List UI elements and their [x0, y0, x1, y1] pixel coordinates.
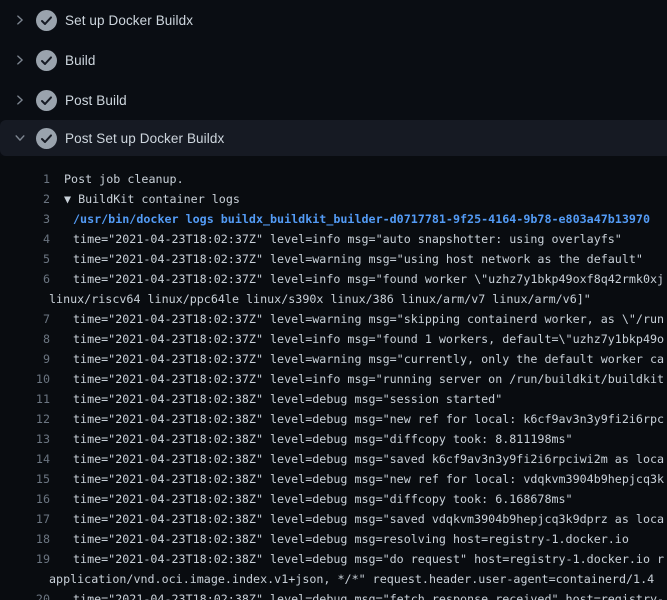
step-label: Post Set up Docker Buildx — [65, 131, 224, 146]
log-line: 5 time="2021-04-23T18:02:37Z" level=warni… — [0, 249, 667, 269]
log-line: 13 time="2021-04-23T18:02:38Z" level=debu… — [0, 429, 667, 449]
log-line-number[interactable]: 15 — [0, 469, 50, 489]
log-line-text: time="2021-04-23T18:02:38Z" level=debug … — [73, 489, 573, 509]
chevron-right-icon — [13, 13, 27, 27]
log-line: 10 time="2021-04-23T18:02:37Z" level=info… — [0, 369, 667, 389]
log-line-text: time="2021-04-23T18:02:38Z" level=debug … — [73, 449, 664, 469]
step-section-post-build[interactable]: Post Build — [0, 80, 667, 120]
log-line: 12 time="2021-04-23T18:02:38Z" level=debu… — [0, 409, 667, 429]
log-line-number[interactable]: 10 — [0, 369, 50, 389]
log-line-text: time="2021-04-23T18:02:38Z" level=debug … — [73, 549, 664, 569]
log-line-text: Post job cleanup. — [64, 169, 184, 189]
chevron-right-icon — [13, 53, 27, 67]
log-line-number[interactable]: 3 — [0, 209, 50, 229]
log-line: 18 time="2021-04-23T18:02:38Z" level=debu… — [0, 529, 667, 549]
log-line-text: time="2021-04-23T18:02:37Z" level=info m… — [73, 329, 664, 349]
log-line: 17 time="2021-04-23T18:02:38Z" level=debu… — [0, 509, 667, 529]
log-line: 7 time="2021-04-23T18:02:37Z" level=warni… — [0, 309, 667, 329]
log-line: linux/riscv64 linux/ppc64le linux/s390x … — [0, 289, 667, 309]
log-line-number[interactable]: 6 — [0, 269, 50, 289]
log-line-text: time="2021-04-23T18:02:38Z" level=debug … — [73, 509, 664, 529]
log-line-text: time="2021-04-23T18:02:37Z" level=warnin… — [73, 309, 664, 329]
chevron-right-icon — [13, 93, 27, 107]
log-line-text: time="2021-04-23T18:02:37Z" level=info m… — [73, 269, 664, 289]
chevron-down-icon — [13, 131, 27, 145]
log-line-number[interactable]: 8 — [0, 329, 50, 349]
step-label: Post Build — [65, 93, 127, 108]
check-circle-icon — [36, 50, 57, 71]
log-line-number[interactable]: 20 — [0, 589, 50, 600]
log-line-text: time="2021-04-23T18:02:37Z" level=warnin… — [73, 249, 643, 269]
log-line: 15 time="2021-04-23T18:02:38Z" level=debu… — [0, 469, 667, 489]
log-scroll-area[interactable]: 1 Post job cleanup. 2 ▼ BuildKit container … — [0, 156, 667, 600]
log-line-number[interactable]: 12 — [0, 409, 50, 429]
log-line: 14 time="2021-04-23T18:02:38Z" level=debu… — [0, 449, 667, 469]
log-line: 20 time="2021-04-23T18:02:38Z" level=debu… — [0, 589, 667, 600]
log-line-text: /usr/bin/docker logs buildx_buildkit_bui… — [73, 209, 650, 229]
log-line-text: time="2021-04-23T18:02:38Z" level=debug … — [73, 429, 573, 449]
log-line-text: time="2021-04-23T18:02:38Z" level=debug … — [73, 389, 502, 409]
log-line-text: application/vnd.oci.image.index.v1+json,… — [49, 569, 654, 589]
log-line-number[interactable]: 4 — [0, 229, 50, 249]
log-line-number[interactable]: 9 — [0, 349, 50, 369]
log-line-number[interactable]: 14 — [0, 449, 50, 469]
log-line-number[interactable]: 16 — [0, 489, 50, 509]
log-line-text: time="2021-04-23T18:02:38Z" level=debug … — [73, 589, 664, 600]
log-line-number[interactable]: 11 — [0, 389, 50, 409]
log-line-text: linux/riscv64 linux/ppc64le linux/s390x … — [49, 289, 591, 309]
log-line-number[interactable]: 2 — [0, 189, 50, 209]
log-line: 8 time="2021-04-23T18:02:37Z" level=info … — [0, 329, 667, 349]
log-line: 16 time="2021-04-23T18:02:38Z" level=debu… — [0, 489, 667, 509]
log-line-number[interactable]: 13 — [0, 429, 50, 449]
log-line-text: time="2021-04-23T18:02:38Z" level=debug … — [73, 469, 664, 489]
step-section-build[interactable]: Build — [0, 40, 667, 80]
step-label: Build — [65, 53, 96, 68]
log-line-text: time="2021-04-23T18:02:38Z" level=debug … — [73, 529, 629, 549]
log-line-text: time="2021-04-23T18:02:37Z" level=warnin… — [73, 349, 664, 369]
log-line: 1 Post job cleanup. — [0, 169, 667, 189]
log-line-number[interactable]: 17 — [0, 509, 50, 529]
log-line: 2 ▼ BuildKit container logs — [0, 189, 667, 209]
log-line-text: time="2021-04-23T18:02:38Z" level=debug … — [73, 409, 664, 429]
log-line-number[interactable]: 7 — [0, 309, 50, 329]
check-circle-icon — [36, 90, 57, 111]
log-line: 9 time="2021-04-23T18:02:37Z" level=warni… — [0, 349, 667, 369]
step-section-post-set-up-docker-buildx[interactable]: Post Set up Docker Buildx — [0, 120, 667, 156]
log-line: 11 time="2021-04-23T18:02:38Z" level=debu… — [0, 389, 667, 409]
log-line-number[interactable]: 19 — [0, 549, 50, 569]
log-line: 6 time="2021-04-23T18:02:37Z" level=info … — [0, 269, 667, 289]
log-line: 4 time="2021-04-23T18:02:37Z" level=info … — [0, 229, 667, 249]
log-line: application/vnd.oci.image.index.v1+json,… — [0, 569, 667, 589]
step-section-set-up-docker-buildx[interactable]: Set up Docker Buildx — [0, 0, 667, 40]
log-line: 19 time="2021-04-23T18:02:38Z" level=debu… — [0, 549, 667, 569]
log-group-toggle[interactable]: ▼ BuildKit container logs — [64, 189, 240, 209]
log-line-text: time="2021-04-23T18:02:37Z" level=info m… — [73, 369, 664, 389]
check-circle-icon — [36, 128, 57, 149]
check-circle-icon — [36, 10, 57, 31]
log-line-number[interactable]: 5 — [0, 249, 50, 269]
log-line: 3/usr/bin/docker logs buildx_buildkit_bu… — [0, 209, 667, 229]
log-line-number[interactable]: 1 — [0, 169, 50, 189]
step-label: Set up Docker Buildx — [65, 13, 193, 28]
log-line-number[interactable]: 18 — [0, 529, 50, 549]
log-line-text: time="2021-04-23T18:02:37Z" level=info m… — [73, 229, 622, 249]
workflow-steps-list: Set up Docker Buildx Build Post Build Po… — [0, 0, 667, 156]
